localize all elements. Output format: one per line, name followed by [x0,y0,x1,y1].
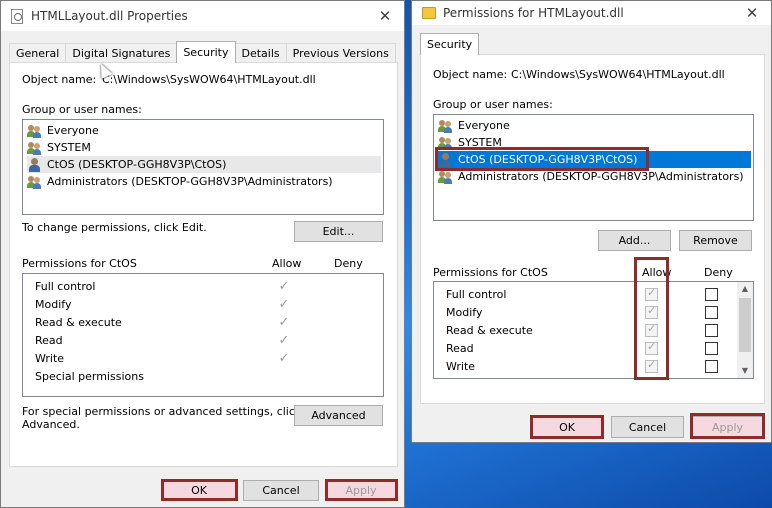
checkmark-icon: ✓ [278,297,290,312]
allow-write-checkbox[interactable] [645,358,658,373]
perm-read-execute: Read & execute [35,316,122,329]
user-icon [438,152,454,167]
list-item-ctos[interactable]: CtOS (DESKTOP-GGH8V3P\CtOS) [438,151,751,168]
deny-read-execute-checkbox[interactable] [705,324,718,337]
perm-write: Write [35,352,65,365]
group-label: Group or user names: [22,103,142,116]
group-icon [438,136,454,150]
tab-general[interactable]: General [9,43,67,62]
allow-modify-checkbox[interactable] [645,304,658,319]
special-permissions-text-1: For special permissions or advanced sett… [22,405,302,418]
perm-read-execute: Read & execute [446,324,533,337]
apply-button[interactable]: Apply [691,416,764,438]
allow-read-execute-checkbox[interactable] [645,322,658,337]
permissions-title: Permissions for HTMLayout.dll [443,6,624,20]
properties-title: HTMLLayout.dll Properties [31,9,188,23]
group-icon [27,141,43,155]
permissions-for-label: Permissions for CtOS [433,266,548,279]
deny-read-checkbox[interactable] [705,342,718,355]
perm-write: Write [446,360,476,373]
properties-titlebar: HTMLLayout.dll Properties ✕ [1,1,404,31]
group-label: Group or user names: [433,98,553,111]
list-item-administrators[interactable]: Administrators (DESKTOP-GGH8V3P\Administ… [438,168,751,185]
list-item-ctos[interactable]: CtOS (DESKTOP-GGH8V3P\CtOS) [27,156,381,173]
permissions-titlebar: Permissions for HTMLayout.dll ✕ [412,1,771,25]
user-list[interactable]: Everyone SYSTEM CtOS (DESKTOP-GGH8V3P\Ct… [433,114,754,221]
cancel-button[interactable]: Cancel [243,480,319,501]
tab-details[interactable]: Details [234,43,287,62]
user-list[interactable]: Everyone SYSTEM CtOS (DESKTOP-GGH8V3P\Ct… [22,119,384,215]
permissions-tabs: Security [420,33,480,55]
object-name-label: Object name: [433,68,508,81]
permissions-dialog: Permissions for HTMLayout.dll ✕ Security… [411,0,772,443]
close-icon[interactable]: ✕ [370,1,400,31]
properties-dialog: HTMLLayout.dll Properties ✕ General Digi… [0,0,405,508]
checkmark-icon: ✓ [278,333,290,348]
deny-header: Deny [334,257,363,270]
perm-read: Read [446,342,474,355]
group-icon [27,175,43,189]
security-panel: Object name: C:\Windows\SysWOW64\HTMLayo… [9,62,398,467]
group-icon [438,119,454,133]
remove-button[interactable]: Remove [679,230,752,251]
change-permissions-text: To change permissions, click Edit. [22,221,207,234]
properties-tabs: General Digital Signatures Security Deta… [9,41,396,63]
checkmark-icon: ✓ [278,351,290,366]
edit-button[interactable]: Edit... [294,221,383,242]
permissions-for-label: Permissions for CtOS [22,257,137,270]
perm-read: Read [35,334,63,347]
ok-button[interactable]: OK [161,480,237,501]
allow-full-control-checkbox[interactable] [645,286,658,301]
allow-read-checkbox[interactable] [645,340,658,355]
perm-modify: Modify [446,306,483,319]
checkmark-icon: ✓ [278,279,290,294]
deny-full-control-checkbox[interactable] [705,288,718,301]
chevron-up-icon[interactable]: ▲ [737,282,753,296]
deny-header: Deny [704,266,733,279]
deny-write-checkbox[interactable] [705,360,718,373]
deny-modify-checkbox[interactable] [705,306,718,319]
object-name-value: C:\Windows\SysWOW64\HTMLayout.dll [511,68,725,81]
checkmark-icon: ✓ [278,315,290,330]
allow-header: Allow [642,266,672,279]
permissions-list: Full control Modify Read & execute Read … [22,273,384,397]
chevron-down-icon[interactable]: ▼ [737,364,753,378]
perm-full-control: Full control [446,288,507,301]
list-item-system[interactable]: SYSTEM [438,134,751,151]
ok-button[interactable]: OK [531,416,603,438]
special-permissions-text-2: Advanced. [22,418,80,431]
tab-digital-signatures[interactable]: Digital Signatures [65,43,178,62]
file-icon [11,8,23,24]
permissions-scrollbar[interactable]: ▲ ▼ [737,282,753,378]
group-icon [438,170,454,184]
object-name-label: Object name: [22,73,97,86]
advanced-button[interactable]: Advanced [294,405,383,426]
perm-full-control: Full control [35,280,96,293]
allow-header: Allow [272,257,302,270]
tab-security[interactable]: Security [176,41,236,63]
list-item-everyone[interactable]: Everyone [27,122,381,139]
list-item-everyone[interactable]: Everyone [438,117,751,134]
list-item-system[interactable]: SYSTEM [27,139,381,156]
user-icon [27,157,43,172]
scrollbar-thumb[interactable] [739,298,751,352]
permissions-panel: Object name: C:\Windows\SysWOW64\HTMLayo… [420,54,765,404]
list-item-administrators[interactable]: Administrators (DESKTOP-GGH8V3P\Administ… [27,173,381,190]
perm-special: Special permissions [35,370,144,383]
add-button[interactable]: Add... [598,230,671,251]
group-icon [27,124,43,138]
tab-previous-versions[interactable]: Previous Versions [285,43,396,62]
apply-button[interactable]: Apply [325,480,397,501]
tab-security[interactable]: Security [420,33,480,55]
cancel-button[interactable]: Cancel [611,416,684,438]
close-icon[interactable]: ✕ [737,1,767,25]
permissions-list: Full control Modify Read & execute Read … [433,281,754,379]
object-name-value: C:\Windows\SysWOW64\HTMLayout.dll [102,73,316,86]
folder-icon [422,7,436,19]
perm-modify: Modify [35,298,72,311]
